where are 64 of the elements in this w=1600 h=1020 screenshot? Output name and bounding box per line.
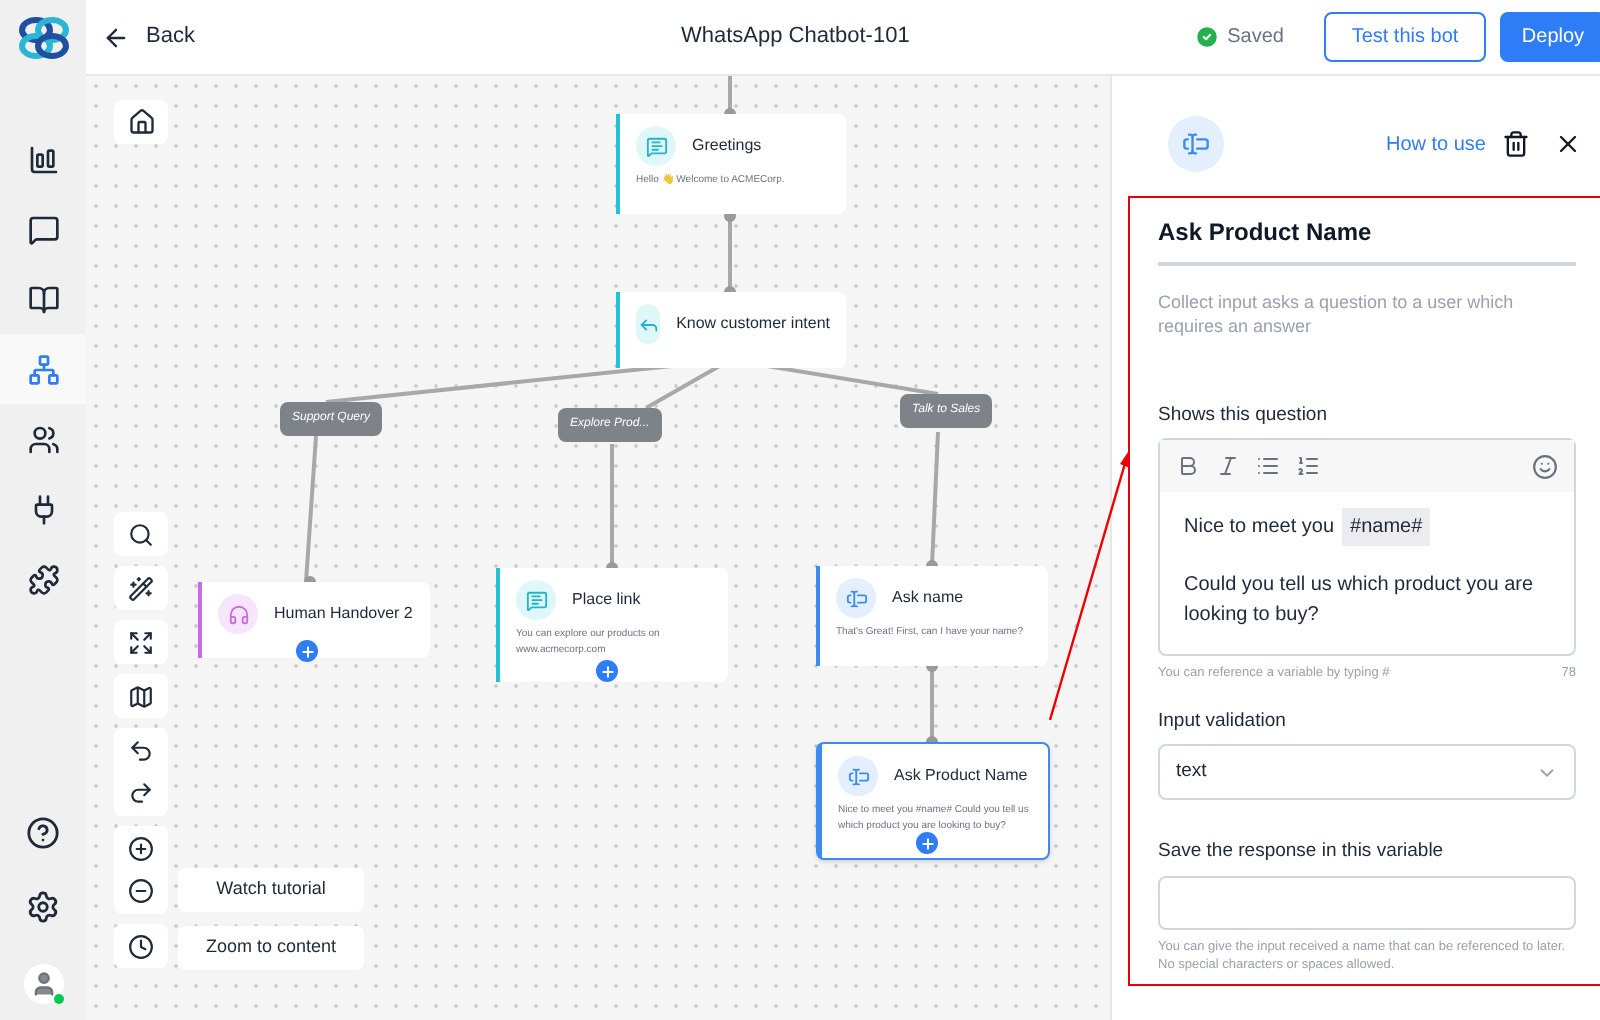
validation-dropdown[interactable]: text — [1158, 744, 1576, 801]
step-name: Ask Product Name — [1158, 214, 1576, 266]
field-label: Input validation — [1158, 708, 1288, 736]
message-text: Nice to meet you — [1184, 514, 1335, 543]
saved-icon — [1193, 24, 1220, 50]
logo-icon — [17, 16, 69, 60]
map-button[interactable] — [114, 674, 168, 718]
italic-icon[interactable] — [1216, 454, 1240, 479]
flow-node[interactable]: Human Handover 2 — [198, 582, 430, 658]
test-bot-button[interactable]: Test this bot — [1324, 12, 1486, 62]
node-title: Know customer intent — [676, 312, 830, 336]
magic-wand-button[interactable] — [114, 566, 168, 610]
map-icon — [128, 683, 154, 709]
history-button[interactable] — [114, 924, 168, 968]
emoji-icon[interactable] — [1532, 453, 1558, 480]
clock-icon — [128, 933, 154, 959]
back-button[interactable]: Back — [102, 20, 195, 54]
reply-icon — [636, 304, 661, 344]
how-to-use-link[interactable]: How to use — [1385, 129, 1486, 159]
node-title: Place link — [572, 588, 641, 612]
help-icon[interactable] — [26, 816, 60, 850]
redo-icon[interactable] — [128, 780, 154, 806]
undo-icon[interactable] — [128, 738, 154, 764]
node-title: Greetings — [692, 134, 762, 158]
settings-icon[interactable] — [26, 890, 60, 924]
delete-icon[interactable] — [1502, 130, 1530, 158]
variable-input-field[interactable] — [1158, 875, 1576, 929]
search-icon — [128, 521, 154, 547]
fit-screen-button[interactable] — [114, 620, 168, 664]
expand-icon — [128, 629, 154, 655]
bold-icon[interactable] — [1176, 454, 1200, 479]
message-icon — [636, 126, 676, 166]
flow-node[interactable]: Know customer intent — [616, 292, 846, 368]
deploy-button[interactable]: Deploy — [1500, 12, 1600, 62]
saved-status: Saved — [1227, 24, 1284, 52]
close-icon[interactable] — [1554, 130, 1582, 158]
avatar-icon[interactable] — [23, 964, 63, 1004]
zoom-to-content-button[interactable]: Zoom to content — [178, 926, 364, 970]
input-icon — [838, 756, 878, 796]
message-text: Could you tell us which product you are looking to buy? — [1182, 572, 1536, 631]
node-title: Ask Product Name — [894, 764, 1028, 788]
node-title: Ask name — [892, 586, 964, 610]
field-label: Save the response in this variable — [1158, 838, 1446, 867]
zoom-in-icon[interactable] — [128, 836, 154, 862]
numbered-list-icon[interactable] — [1296, 454, 1320, 479]
zoom-out-icon[interactable] — [128, 878, 154, 904]
watch-tutorial-button[interactable]: Watch tutorial — [178, 868, 364, 912]
message-icon — [516, 580, 556, 620]
node-title: Human Handover 2 — [274, 602, 413, 626]
home-button[interactable] — [114, 100, 168, 144]
input-icon — [836, 578, 876, 618]
variable-chip: #name# — [1342, 508, 1431, 547]
input-icon — [1168, 116, 1224, 172]
headset-icon — [218, 594, 258, 634]
window-title: WhatsApp Chatbot-101 — [680, 22, 910, 53]
flow-icon[interactable] — [0, 334, 86, 404]
user-silhouette-icon — [29, 970, 57, 998]
field-label: Shows this question — [1158, 402, 1329, 430]
search-button[interactable] — [114, 512, 168, 556]
house-icon — [127, 108, 155, 136]
add-step-button[interactable] — [296, 640, 318, 662]
message-editor[interactable]: Nice to meet you #name# Could you tell us which product you are looking to buy? — [1158, 438, 1576, 657]
step-description: Collect input asks a question to a user which requires an answer — [1158, 290, 1516, 338]
magic-wand-icon — [128, 575, 154, 601]
